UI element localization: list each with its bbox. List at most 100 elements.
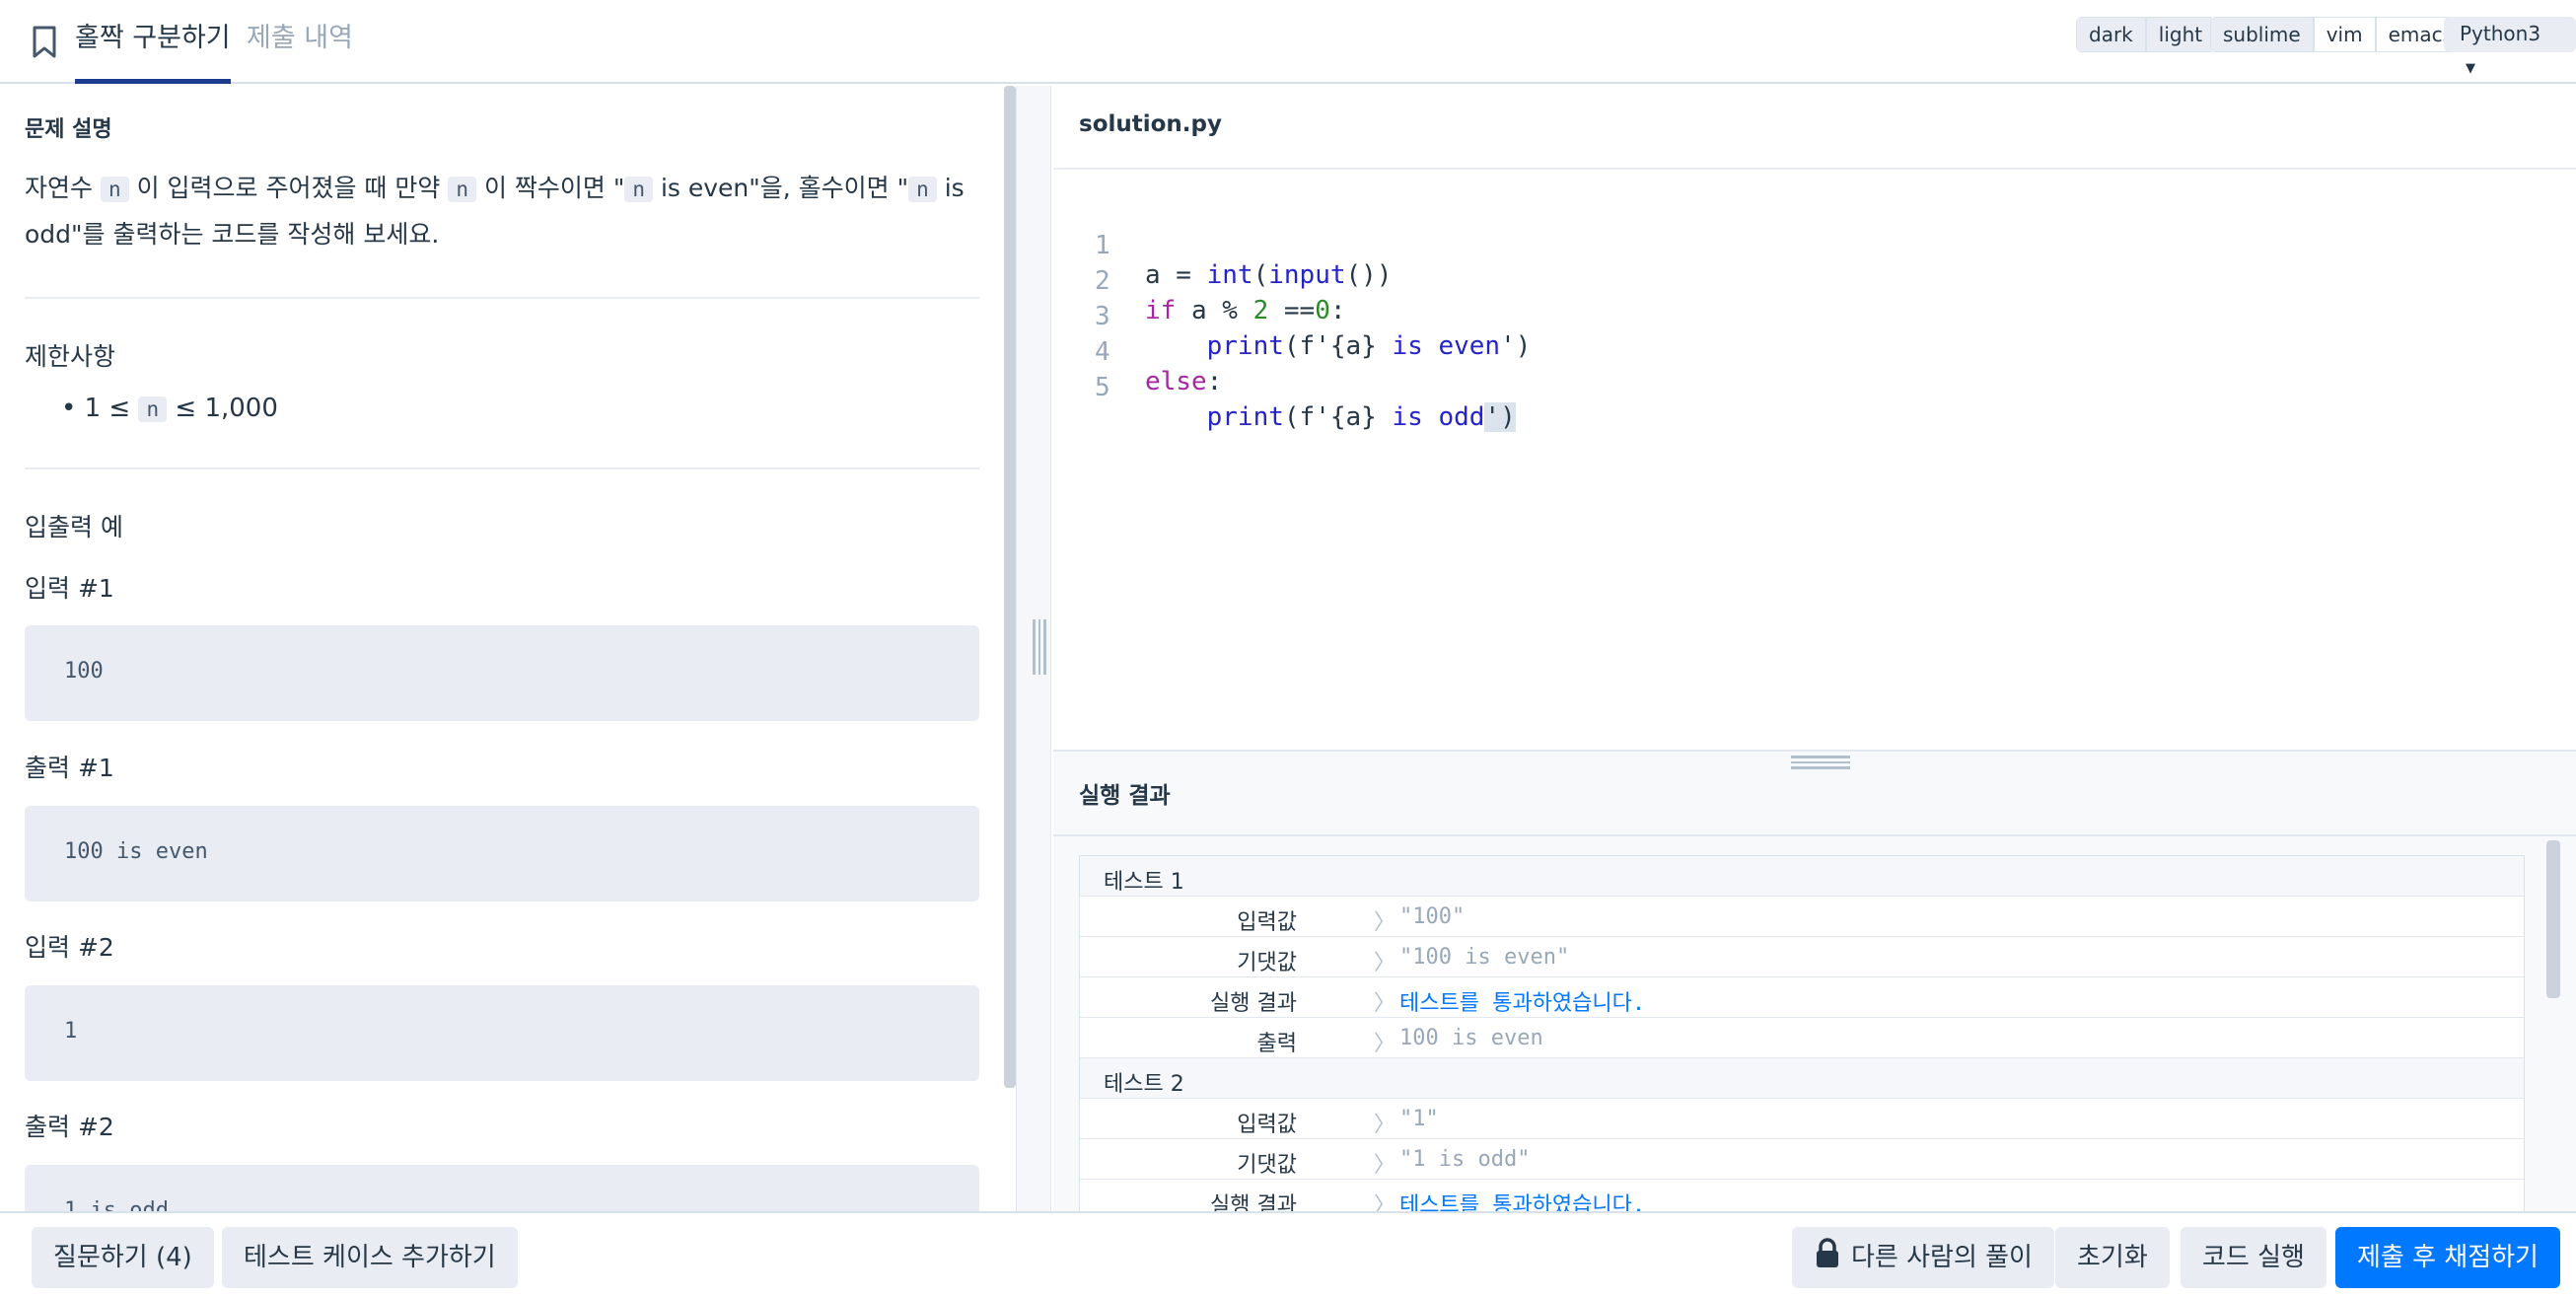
example-box: 1 is odd (25, 1165, 979, 1211)
language-select[interactable]: Python3 ▼ (2444, 17, 2576, 76)
result-value: "1" (1399, 1107, 1439, 1131)
code-token: 0 (1315, 296, 1330, 325)
test-name: 테스트 2 (1104, 1072, 1184, 1097)
result-row: 기댓값 〉 "1 is odd" (1080, 1139, 2524, 1180)
submit-button[interactable]: 제출 후 채점하기 (2335, 1227, 2560, 1288)
example-label: 입력 #2 (25, 933, 114, 962)
reset-button[interactable]: 초기화 (2055, 1227, 2170, 1288)
run-code-button[interactable]: 코드 실행 (2181, 1227, 2326, 1288)
chevron-right-icon: 〉 (1374, 1032, 1396, 1056)
result-label: 입력값 (1237, 910, 1297, 935)
example-label: 출력 #1 (25, 754, 114, 782)
code-token: print (1206, 331, 1284, 361)
code-line[interactable]: 2 if a % 2 ==0: (1053, 237, 1346, 325)
bottom-bar: 질문하기 (4) 테스트 케이스 추가하기 다른 사람의 풀이 초기화 코드 실… (0, 1211, 2576, 1298)
result-value: 테스트를 통과하였습니다. (1399, 1193, 1646, 1211)
tab-submissions[interactable]: 제출 내역 (247, 0, 353, 84)
inline-code: n (100, 177, 129, 202)
code-line[interactable]: 1 a = int(input()) (1053, 201, 1393, 290)
results-scrollbar[interactable] (2546, 840, 2560, 998)
result-value: 테스트를 통과하였습니다. (1399, 991, 1646, 1016)
code-line[interactable]: 4 else: (1053, 308, 1222, 397)
test-header: 테스트 1 (1080, 856, 2524, 897)
code-token: ) (1500, 402, 1516, 432)
example-box: 100 is even (25, 806, 979, 901)
desc-text: odd"를 출력하는 코드를 작성해 보세요. (25, 220, 440, 249)
example-value: 1 (64, 1019, 78, 1044)
code-token: int (1206, 260, 1253, 290)
result-row: 입력값 〉 "100" (1080, 897, 2524, 937)
problem-panel: 문제 설명 자연수 n 이 입력으로 주어졌을 때 만약 n 이 짝수이면 " n… (0, 86, 1004, 1211)
editor-header: solution.py (1053, 86, 2576, 170)
result-row: 출력 〉 100 is even (1080, 1018, 2524, 1058)
code-token: == (1268, 296, 1316, 325)
desc-text: is (944, 174, 965, 202)
desc-text: is even"을, 홀수이면 " (660, 174, 909, 202)
code-token: if (1145, 296, 1177, 325)
keymap-vim-button[interactable]: vim (2313, 17, 2376, 52)
code-token: is odd (1376, 402, 1485, 432)
line-number: 5 (1095, 373, 1110, 402)
resize-handle-icon[interactable] (1033, 619, 1046, 675)
code-token: input (1268, 260, 1346, 290)
editor-filename: solution.py (1079, 111, 1222, 137)
code-token: ') (1500, 331, 1532, 361)
theme-toggle: dark light (2076, 17, 2216, 52)
example-box: 1 (25, 985, 979, 1081)
code-token: is even (1376, 331, 1501, 361)
example-value: 100 (64, 659, 104, 684)
code-token: a = (1145, 260, 1207, 290)
result-value: "100" (1399, 904, 1466, 929)
divider (1053, 834, 2576, 836)
inline-code: n (138, 397, 168, 422)
question-button[interactable]: 질문하기 (4) (32, 1227, 214, 1288)
chevron-right-icon: 〉 (1374, 951, 1396, 975)
divider (25, 468, 979, 469)
bullet-icon: • (61, 394, 77, 423)
chevron-right-icon: 〉 (1374, 1113, 1396, 1137)
inline-code: n (448, 177, 476, 202)
problem-scrollbar[interactable] (1004, 86, 1016, 1088)
result-label: 실행 결과 (1210, 991, 1297, 1016)
code-token: 2 (1252, 296, 1269, 325)
keymap-sublime-button[interactable]: sublime (2210, 17, 2314, 52)
result-row: 기댓값 〉 "100 is even" (1080, 937, 2524, 977)
test-header: 테스트 2 (1080, 1058, 2524, 1099)
result-row: 입력값 〉 "1" (1080, 1099, 2524, 1139)
constraints-title: 제한사항 (25, 342, 116, 371)
theme-dark-button[interactable]: dark (2076, 17, 2146, 52)
result-label: 출력 (1256, 1032, 1297, 1056)
io-example-title: 입출력 예 (25, 513, 123, 541)
top-bar: 홀짝 구분하기 제출 내역 dark light sublime vim ema… (0, 0, 2576, 84)
keymap-toggle: sublime vim emacs (2210, 17, 2467, 52)
code-token: (f' (1283, 331, 1330, 361)
code-token: a % (1176, 296, 1253, 325)
caret-down-icon: ▼ (2466, 61, 2475, 76)
example-label: 출력 #2 (25, 1113, 114, 1141)
inline-code: n (624, 177, 653, 202)
chevron-right-icon: 〉 (1374, 991, 1396, 1016)
code-token: ' (1484, 402, 1501, 432)
others-solution-label: 다른 사람의 풀이 (1851, 1243, 2033, 1272)
example-value: 100 is even (64, 839, 208, 864)
code-editor[interactable]: 1 a = int(input()) 2 if a % 2 ==0: 3 pri… (1053, 170, 2576, 750)
others-solution-button[interactable]: 다른 사람의 풀이 (1792, 1227, 2054, 1288)
code-line[interactable]: 5 print(f'{a} is odd') (1053, 343, 1516, 432)
theme-light-button[interactable]: light (2145, 17, 2216, 52)
desc-text: 자연수 (25, 174, 94, 202)
result-row: 실행 결과 〉 테스트를 통과하였습니다. (1080, 1180, 2524, 1211)
resize-handle-icon[interactable] (1791, 756, 1850, 769)
result-value: "100 is even" (1399, 945, 1570, 970)
add-testcase-button[interactable]: 테스트 케이스 추가하기 (222, 1227, 518, 1288)
code-token: : (1329, 296, 1346, 325)
result-value: 100 is even (1399, 1026, 1543, 1050)
bookmark-icon[interactable] (30, 26, 59, 59)
tab-problem[interactable]: 홀짝 구분하기 (75, 0, 231, 84)
result-label: 입력값 (1237, 1113, 1297, 1137)
inline-code: n (908, 177, 937, 202)
code-line[interactable]: 3 print(f'{a} is even') (1053, 272, 1531, 361)
example-value: 1 is odd (64, 1198, 169, 1211)
result-value: "1 is odd" (1399, 1147, 1531, 1172)
